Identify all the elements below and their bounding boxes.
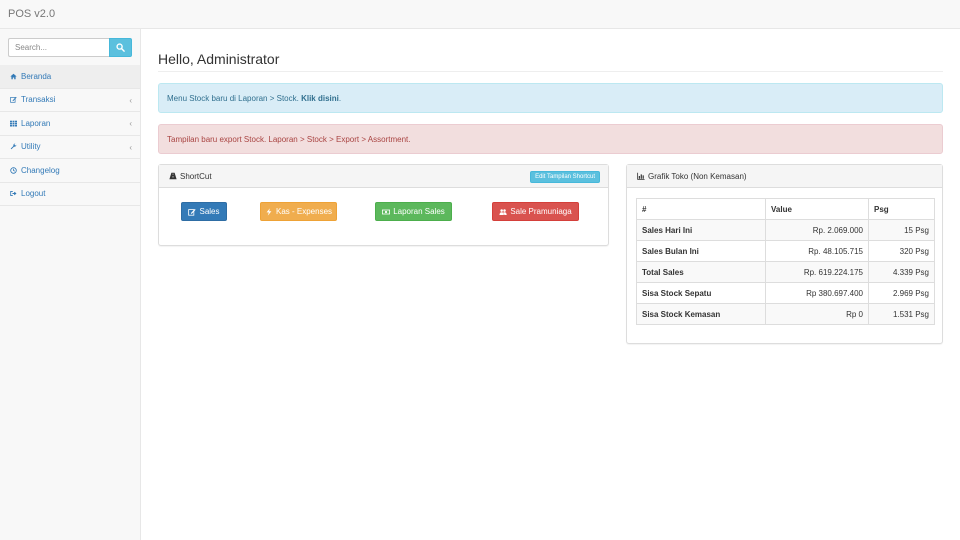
road-icon: [169, 172, 177, 180]
page-title: Hello, Administrator: [158, 51, 280, 67]
button-label: Laporan Sales: [393, 207, 445, 216]
edit-icon: [9, 95, 18, 104]
sidebar-item-laporan[interactable]: Laporan ‹: [0, 112, 140, 136]
sidebar-item-transaksi[interactable]: Transaksi ‹: [0, 89, 140, 112]
row-value: Rp. 48.105.715: [765, 240, 869, 262]
info-alert-suffix: .: [338, 94, 342, 103]
sidebar-item-label: Logout: [21, 189, 46, 199]
chevron-left-icon: ‹: [129, 95, 132, 105]
row-label: Total Sales: [636, 261, 766, 283]
table-row: Sisa Stock Sepatu Rp 380.697.400 2.969 P…: [636, 282, 935, 304]
sidebar-item-label: Changelog: [21, 165, 60, 175]
info-alert-link[interactable]: Klik disini: [301, 94, 339, 103]
row-psg: 2.969 Psg: [868, 282, 935, 304]
wrench-icon: [9, 142, 18, 151]
button-label: Sale Pramuniaga: [510, 207, 572, 216]
shortcut-panel: ShortCut Edit Tampilan Shortcut Sales Ka…: [158, 164, 609, 246]
panel-title: Grafik Toko (Non Kemasan): [648, 171, 747, 181]
edit-shortcut-button[interactable]: Edit Tampilan Shortcut: [530, 171, 600, 183]
money-icon: [382, 209, 391, 214]
sidebar-item-label: Transaksi: [21, 95, 56, 105]
sidebar-item-label: Beranda: [21, 71, 52, 81]
bar-chart-icon: [637, 172, 645, 180]
top-navbar: POS v2.0: [0, 0, 960, 29]
table-header-row: # Value Psg: [636, 198, 935, 220]
sidebar-item-logout[interactable]: Logout: [0, 183, 140, 206]
stats-table: # Value Psg Sales Hari Ini Rp. 2.069.000…: [636, 198, 935, 325]
row-psg: 320 Psg: [868, 240, 935, 262]
sidebar-nav: Beranda Transaksi ‹ Laporan ‹ Utility ‹ …: [0, 65, 140, 206]
row-value: Rp. 619.224.175: [765, 261, 869, 283]
divider: [158, 71, 943, 72]
row-psg: 4.339 Psg: [868, 261, 935, 283]
row-value: Rp. 2.069.000: [765, 219, 869, 241]
table-row: Sales Hari Ini Rp. 2.069.000 15 Psg: [636, 219, 935, 241]
kas-expenses-button[interactable]: Kas - Expenses: [260, 202, 337, 221]
laporan-sales-button[interactable]: Laporan Sales: [375, 202, 452, 221]
sidebar-item-label: Laporan: [21, 118, 51, 128]
button-label: Kas - Expenses: [275, 207, 333, 216]
info-alert-text: Menu Stock baru di Laporan > Stock.: [167, 94, 302, 103]
sidebar-item-utility[interactable]: Utility ‹: [0, 136, 140, 159]
danger-alert-text: Tampilan baru export Stock. Laporan > St…: [167, 135, 411, 144]
danger-alert: Tampilan baru export Stock. Laporan > St…: [158, 124, 943, 154]
chevron-left-icon: ‹: [129, 142, 132, 152]
sidebar: Beranda Transaksi ‹ Laporan ‹ Utility ‹ …: [0, 29, 141, 540]
row-value: Rp 0: [765, 303, 869, 325]
sidebar-search: [8, 38, 132, 57]
button-label: Sales: [199, 207, 220, 216]
column-header: Psg: [868, 198, 935, 220]
bolt-icon: [266, 207, 272, 216]
row-label: Sisa Stock Sepatu: [636, 282, 766, 304]
search-icon: [116, 43, 125, 52]
column-header: Value: [765, 198, 869, 220]
table-row: Sisa Stock Kemasan Rp 0 1.531 Psg: [636, 303, 935, 325]
grafik-toko-panel: Grafik Toko (Non Kemasan) # Value Psg Sa…: [626, 164, 943, 344]
row-psg: 15 Psg: [868, 219, 935, 241]
row-label: Sisa Stock Kemasan: [636, 303, 766, 325]
grid-icon: [9, 119, 18, 128]
search-input[interactable]: [8, 38, 109, 57]
table-row: Sales Bulan Ini Rp. 48.105.715 320 Psg: [636, 240, 935, 262]
sales-button[interactable]: Sales: [181, 202, 227, 221]
sidebar-item-changelog[interactable]: Changelog: [0, 159, 140, 183]
table-row: Total Sales Rp. 619.224.175 4.339 Psg: [636, 261, 935, 283]
clock-icon: [9, 166, 18, 175]
panel-heading: ShortCut Edit Tampilan Shortcut: [159, 165, 608, 188]
row-label: Sales Hari Ini: [636, 219, 766, 241]
sidebar-item-label: Utility: [21, 142, 41, 152]
panel-heading: Grafik Toko (Non Kemasan): [627, 165, 942, 188]
panel-title: ShortCut: [180, 171, 212, 181]
sale-pramuniaga-button[interactable]: Sale Pramuniaga: [492, 202, 579, 221]
search-button[interactable]: [109, 38, 132, 57]
row-value: Rp 380.697.400: [765, 282, 869, 304]
row-psg: 1.531 Psg: [868, 303, 935, 325]
app-brand[interactable]: POS v2.0: [8, 8, 55, 20]
sidebar-item-beranda[interactable]: Beranda: [0, 65, 140, 89]
column-header: #: [636, 198, 766, 220]
chevron-left-icon: ‹: [129, 119, 132, 128]
info-alert: Menu Stock baru di Laporan > Stock. Klik…: [158, 83, 943, 113]
users-icon: [499, 208, 507, 215]
logout-icon: [9, 189, 18, 198]
home-icon: [9, 72, 18, 81]
row-label: Sales Bulan Ini: [636, 240, 766, 262]
edit-icon: [188, 208, 197, 216]
